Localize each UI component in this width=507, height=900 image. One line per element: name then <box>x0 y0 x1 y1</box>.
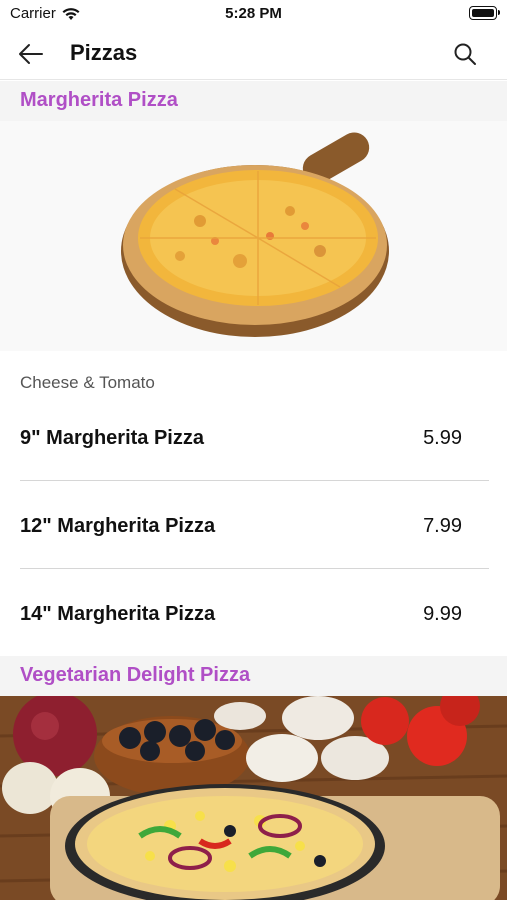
divider <box>20 568 489 569</box>
section-title: Vegetarian Delight Pizza <box>20 664 251 686</box>
menu-item-9-margherita[interactable]: 9" Margherita Pizza 5.99 <box>20 426 489 514</box>
battery-icon <box>469 6 500 20</box>
search-icon <box>454 43 476 65</box>
menu-item-12-margherita[interactable]: 12" Margherita Pizza 7.99 <box>20 514 489 602</box>
item-price: 5.99 <box>423 427 462 449</box>
section-title: Margherita Pizza <box>20 89 178 111</box>
margherita-pizza-image <box>0 121 507 351</box>
back-button[interactable] <box>16 40 46 68</box>
item-price: 7.99 <box>423 515 462 537</box>
item-name: 9" Margherita Pizza <box>20 427 204 449</box>
status-bar: Carrier 5:28 PM <box>0 0 507 28</box>
vegetarian-pizza-image <box>0 696 507 900</box>
item-name: 14" Margherita Pizza <box>20 603 216 625</box>
arrow-left-icon <box>19 44 43 64</box>
item-price: 9.99 <box>423 603 462 625</box>
divider <box>20 480 489 481</box>
page-title: Pizzas <box>70 40 138 65</box>
search-button[interactable] <box>451 40 479 68</box>
item-name: 12" Margherita Pizza <box>20 515 216 537</box>
section-header-margherita: Margherita Pizza <box>0 81 507 121</box>
nav-bar: Pizzas <box>0 28 507 80</box>
section-subtitle: Cheese & Tomato <box>20 373 155 392</box>
section-header-vegetarian: Vegetarian Delight Pizza <box>0 656 507 696</box>
status-time: 5:28 PM <box>225 5 282 22</box>
